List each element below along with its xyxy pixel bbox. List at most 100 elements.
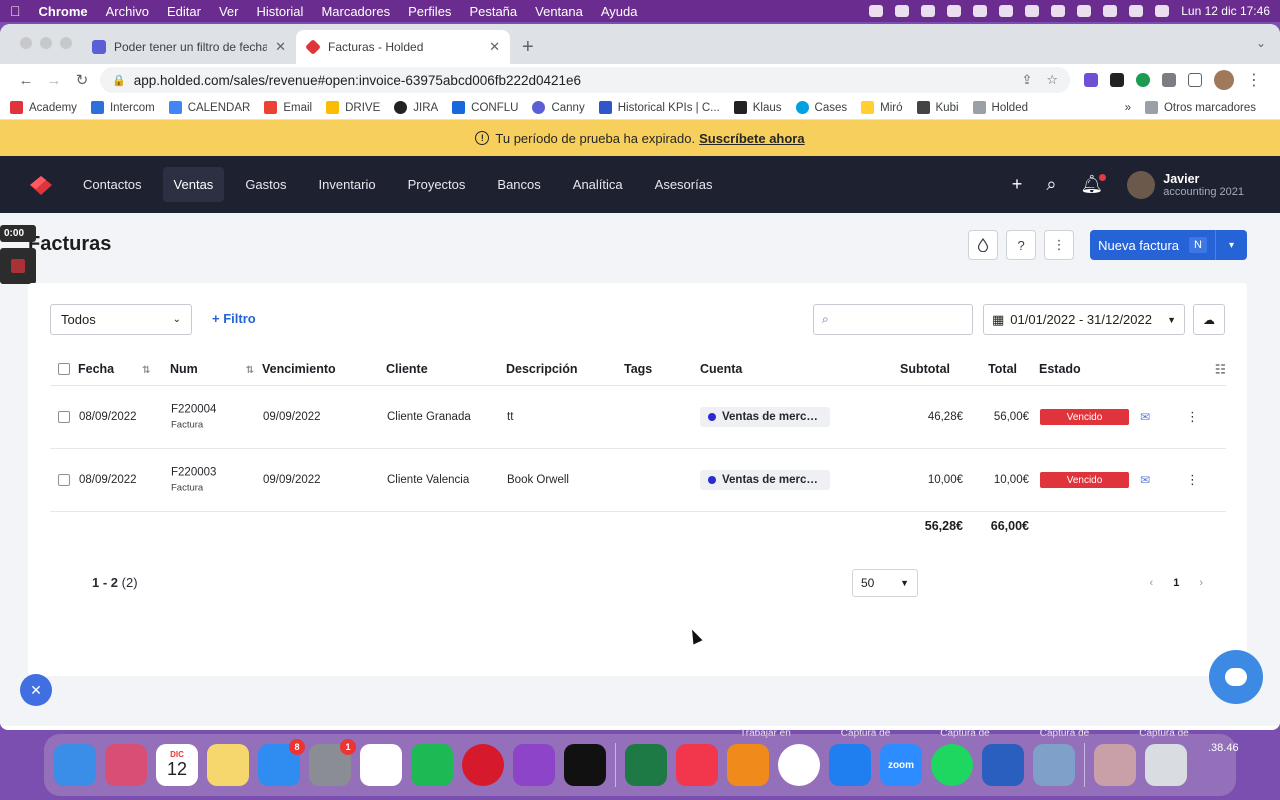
- menu-historial[interactable]: Historial: [256, 4, 303, 19]
- control-center-icon[interactable]: [1129, 5, 1144, 17]
- nav-analitica[interactable]: Analítica: [562, 167, 634, 202]
- prev-page-icon[interactable]: ‹: [1150, 577, 1154, 589]
- share-icon[interactable]: ⇪: [1021, 72, 1032, 88]
- excel-icon[interactable]: [625, 744, 667, 786]
- help-button[interactable]: ?: [1006, 230, 1037, 260]
- col-cliente[interactable]: Cliente: [386, 362, 428, 376]
- sort-icon[interactable]: ⇅: [142, 365, 150, 376]
- opera-icon[interactable]: [462, 744, 504, 786]
- bookmark-klaus[interactable]: Klaus: [733, 101, 782, 114]
- holded-logo-icon[interactable]: [28, 174, 54, 196]
- subscribe-link[interactable]: Suscríbete ahora: [699, 131, 805, 146]
- minimize-window-button[interactable]: [40, 37, 52, 49]
- more-options-button[interactable]: ⋮: [1044, 230, 1075, 260]
- close-window-button[interactable]: [20, 37, 32, 49]
- new-invoice-button[interactable]: Nueva factura N ▾: [1090, 230, 1247, 260]
- play-icon[interactable]: [947, 5, 962, 17]
- bookmark-holded-folder[interactable]: Holded: [972, 101, 1028, 114]
- stop-recording-button[interactable]: [0, 248, 36, 284]
- tab-search-chevron-icon[interactable]: ⌄: [1256, 36, 1266, 50]
- calendar-app-icon[interactable]: DIC 12: [156, 744, 198, 786]
- bookmark-calendar[interactable]: CALENDAR: [168, 101, 250, 114]
- col-total[interactable]: Total: [988, 362, 1017, 376]
- kebab-menu-icon[interactable]: ⋮: [1246, 70, 1262, 90]
- music-icon[interactable]: [676, 744, 718, 786]
- notes-icon[interactable]: [207, 744, 249, 786]
- select-all-checkbox[interactable]: [58, 363, 70, 375]
- col-estado[interactable]: Estado: [1039, 362, 1081, 376]
- nav-ventas[interactable]: Ventas: [162, 167, 225, 202]
- add-filter-button[interactable]: + Filtro: [212, 311, 256, 326]
- col-subtotal[interactable]: Subtotal: [900, 362, 950, 376]
- grammar-extension-icon[interactable]: [1136, 73, 1150, 87]
- bookmark-kubi[interactable]: Kubi: [916, 101, 959, 114]
- browser-tab-holded[interactable]: Facturas - Holded ✕: [296, 30, 510, 64]
- close-tab-icon[interactable]: ✕: [275, 39, 286, 55]
- forward-arrow-icon[interactable]: →: [40, 72, 68, 89]
- volume-icon[interactable]: [999, 5, 1014, 17]
- downloads-stack-icon[interactable]: [1094, 744, 1136, 786]
- slack-icon[interactable]: [360, 744, 402, 786]
- next-page-icon[interactable]: ›: [1199, 577, 1203, 589]
- bookmark-historical-kpis[interactable]: Historical KPIs | C...: [598, 101, 720, 114]
- sublime-icon[interactable]: [727, 744, 769, 786]
- col-cuenta[interactable]: Cuenta: [700, 362, 742, 376]
- url-field[interactable]: 🔒 app.holded.com/sales/revenue#open:invo…: [100, 67, 1070, 93]
- apple-icon[interactable]: : [10, 3, 21, 19]
- zoom-window-button[interactable]: [60, 37, 72, 49]
- search-icon[interactable]: ⌕: [1046, 174, 1056, 195]
- notch-app-icon[interactable]: [921, 5, 936, 17]
- page-number[interactable]: 1: [1173, 577, 1179, 589]
- nav-inventario[interactable]: Inventario: [308, 167, 387, 202]
- new-tab-button[interactable]: +: [522, 30, 534, 64]
- siri-icon[interactable]: [1155, 5, 1170, 17]
- battery-icon[interactable]: [1051, 5, 1066, 17]
- menu-ayuda[interactable]: Ayuda: [601, 4, 638, 19]
- cloud-download-button[interactable]: ☁: [1193, 304, 1225, 335]
- bookmark-cases[interactable]: Cases: [795, 101, 847, 114]
- menu-pestana[interactable]: Pestaña: [469, 4, 517, 19]
- account-pill[interactable]: Ventas de mercad...: [700, 407, 830, 427]
- bookmark-other[interactable]: Otros marcadores: [1144, 101, 1256, 114]
- row-cliente[interactable]: Cliente Granada: [387, 411, 471, 423]
- bluetooth-icon[interactable]: [1025, 5, 1040, 17]
- account-pill[interactable]: Ventas de mercad...: [700, 470, 830, 490]
- bookmark-canny[interactable]: Canny: [532, 101, 585, 114]
- bookmark-academy[interactable]: Academy: [10, 101, 77, 114]
- search-input[interactable]: ⌕: [813, 304, 973, 335]
- menu-chrome[interactable]: Chrome: [39, 4, 88, 19]
- nav-asesorias[interactable]: Asesorías: [644, 167, 724, 202]
- col-tags[interactable]: Tags: [624, 362, 652, 376]
- apple-tv-icon[interactable]: [564, 744, 606, 786]
- word-icon[interactable]: [982, 744, 1024, 786]
- puzzle-extensions-icon[interactable]: [1162, 73, 1176, 87]
- table-row[interactable]: 08/09/2022 F220004 Factura 09/09/2022 Cli…: [50, 386, 1226, 449]
- menu-perfiles[interactable]: Perfiles: [408, 4, 451, 19]
- spotlight-icon[interactable]: [1103, 5, 1118, 17]
- notion-extension-icon[interactable]: [1110, 73, 1124, 87]
- menu-marcadores[interactable]: Marcadores: [321, 4, 390, 19]
- status-app-icon[interactable]: [869, 5, 884, 17]
- bell-icon[interactable]: 🔔︎: [1080, 174, 1107, 195]
- bookmark-miro[interactable]: Miró: [861, 101, 903, 114]
- bookmark-jira[interactable]: JIRA: [394, 101, 438, 114]
- chat-support-button[interactable]: [1209, 650, 1263, 704]
- row-checkbox[interactable]: [58, 474, 70, 486]
- bookmark-star-icon[interactable]: ☆: [1046, 72, 1058, 88]
- col-descripcion[interactable]: Descripción: [506, 362, 578, 376]
- user-menu[interactable]: Javier accounting 2021: [1127, 170, 1244, 199]
- envelope-icon[interactable]: ✉: [1140, 410, 1150, 424]
- row-more-icon[interactable]: ⋮: [1186, 472, 1199, 488]
- row-more-icon[interactable]: ⋮: [1186, 409, 1199, 425]
- back-arrow-icon[interactable]: ←: [12, 72, 40, 89]
- reload-icon[interactable]: ↻: [68, 71, 96, 89]
- drop-icon-button[interactable]: [968, 230, 999, 260]
- menu-editar[interactable]: Editar: [167, 4, 201, 19]
- col-num[interactable]: Num ⇅: [170, 362, 254, 376]
- chrome-icon[interactable]: [778, 744, 820, 786]
- nav-contactos[interactable]: Contactos: [72, 167, 153, 202]
- col-vencimiento[interactable]: Vencimiento: [262, 362, 336, 376]
- nav-gastos[interactable]: Gastos: [234, 167, 297, 202]
- nav-proyectos[interactable]: Proyectos: [397, 167, 477, 202]
- status-select[interactable]: Todos ⌄: [50, 304, 192, 335]
